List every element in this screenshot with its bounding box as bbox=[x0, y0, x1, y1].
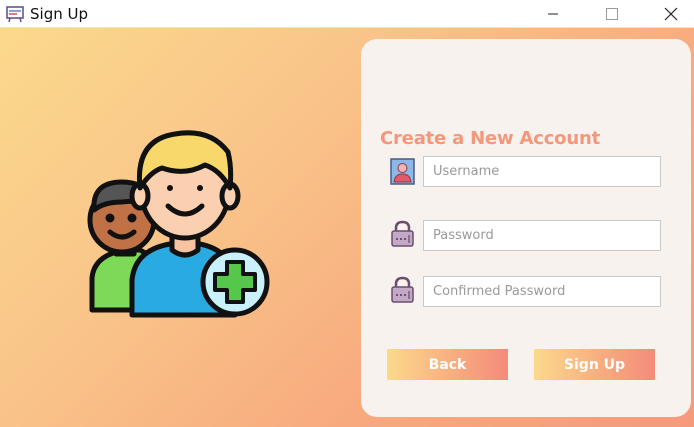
close-icon bbox=[664, 7, 678, 21]
minimize-button[interactable] bbox=[530, 0, 576, 28]
add-users-icon bbox=[87, 130, 270, 318]
minimize-icon bbox=[548, 13, 558, 15]
confirm-password-lock-icon bbox=[391, 276, 414, 303]
maximize-icon bbox=[606, 8, 618, 20]
confirm-password-input[interactable] bbox=[423, 276, 661, 307]
form-title: Create a New Account bbox=[380, 128, 600, 149]
maximize-button[interactable] bbox=[589, 0, 635, 28]
title-bar[interactable]: Sign Up bbox=[0, 0, 694, 28]
app-icon bbox=[6, 6, 24, 23]
user-card-icon bbox=[390, 158, 415, 185]
password-input[interactable] bbox=[423, 220, 661, 251]
sign-up-button[interactable]: Sign Up bbox=[534, 349, 655, 380]
password-lock-icon bbox=[391, 220, 414, 247]
back-button[interactable]: Back bbox=[387, 349, 508, 380]
username-input[interactable] bbox=[423, 156, 661, 187]
close-button[interactable] bbox=[648, 0, 694, 28]
window-title: Sign Up bbox=[30, 5, 88, 23]
